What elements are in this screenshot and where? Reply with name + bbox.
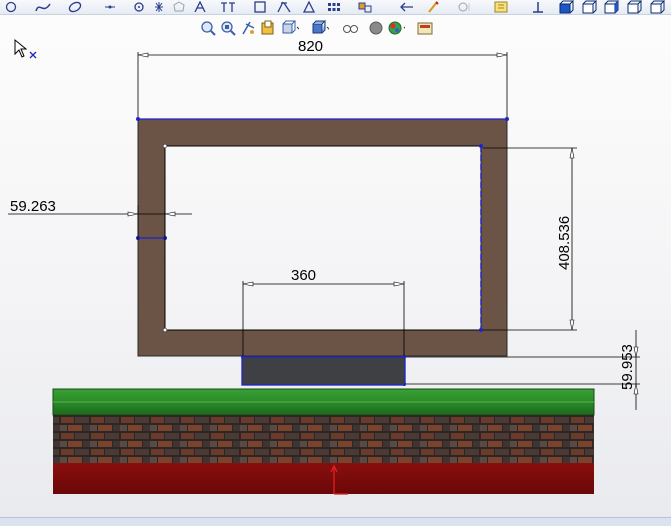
dim-text-408-536[interactable]: 408.536 xyxy=(556,216,573,270)
base-block[interactable] xyxy=(241,356,406,386)
monitor-frame[interactable] xyxy=(137,118,508,357)
dim-text-59-953[interactable]: 59.953 xyxy=(619,344,636,390)
dimension-top-width[interactable]: 820 xyxy=(137,38,508,117)
red-ground-layer xyxy=(53,463,594,494)
sketch-canvas[interactable]: 820 59.263 408.536 360 59.953 xyxy=(0,0,671,525)
brick-wall-layer xyxy=(53,415,594,463)
select-cursor-icon xyxy=(14,38,37,59)
dim-text-360[interactable]: 360 xyxy=(291,267,316,284)
dim-text-820[interactable]: 820 xyxy=(298,38,323,55)
dim-text-59-263[interactable]: 59.263 xyxy=(10,198,56,215)
sketch-lines[interactable] xyxy=(138,118,507,331)
